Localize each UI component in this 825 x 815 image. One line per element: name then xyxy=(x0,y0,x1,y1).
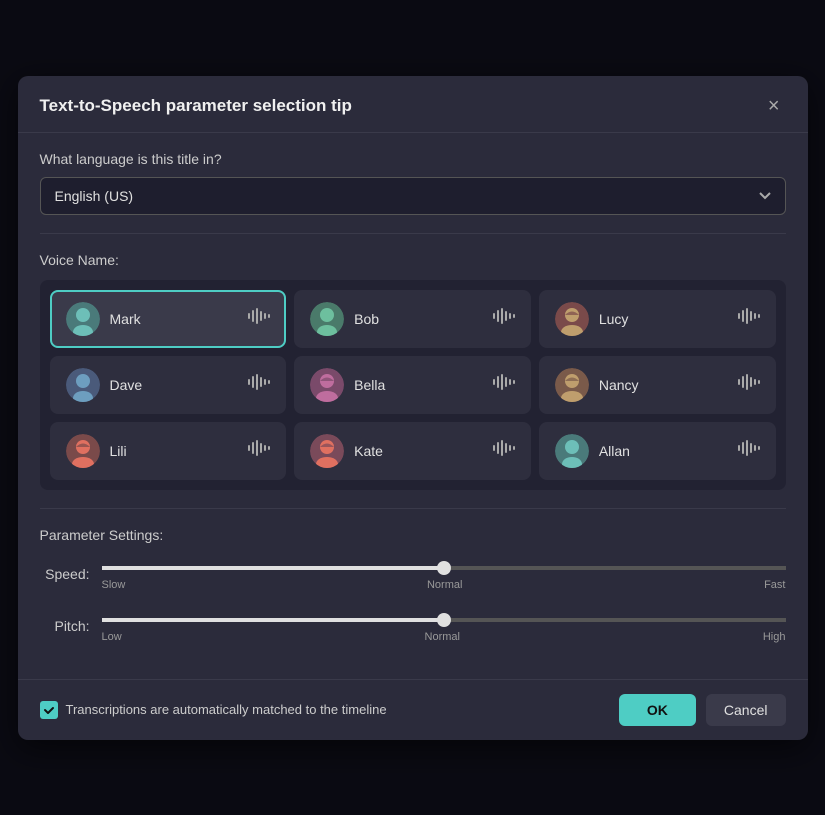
wave-lili xyxy=(248,440,270,461)
voice-name-kate: Kate xyxy=(354,443,483,459)
wave-icon-lucy xyxy=(738,308,760,324)
footer-buttons: OK Cancel xyxy=(619,694,786,726)
wave-bob xyxy=(493,308,515,329)
divider-2 xyxy=(40,508,786,509)
voice-card-dave[interactable]: Dave xyxy=(50,356,287,414)
wave-bella xyxy=(493,374,515,395)
speed-label: Speed: xyxy=(40,566,90,582)
speed-row: Speed: Slow Normal Fast xyxy=(40,557,786,591)
pitch-slider[interactable] xyxy=(102,618,786,622)
avatar-mark xyxy=(66,302,100,336)
dialog-body: What language is this title in? English … xyxy=(18,133,808,679)
wave-icon-kate xyxy=(493,440,515,456)
pitch-normal: Normal xyxy=(425,631,460,643)
wave-mark xyxy=(248,308,270,329)
cancel-button[interactable]: Cancel xyxy=(706,694,786,726)
avatar-bob xyxy=(310,302,344,336)
dialog: Text-to-Speech parameter selection tip ×… xyxy=(18,76,808,740)
voice-card-lili[interactable]: Lili xyxy=(50,422,287,480)
voice-grid-container: Mark Bob Lucy Dave xyxy=(40,280,786,490)
voice-name-bob: Bob xyxy=(354,311,483,327)
avatar-kate xyxy=(310,434,344,468)
checkbox-row: Transcriptions are automatically matched… xyxy=(40,701,605,719)
voice-name-nancy: Nancy xyxy=(599,377,728,393)
voice-name-dave: Dave xyxy=(110,377,239,393)
speed-slider-container: Slow Normal Fast xyxy=(102,557,786,591)
wave-lucy xyxy=(738,308,760,329)
speed-labels: Slow Normal Fast xyxy=(102,579,786,591)
wave-nancy xyxy=(738,374,760,395)
language-select[interactable]: English (US)English (UK)SpanishFrenchGer… xyxy=(40,177,786,215)
voice-grid: Mark Bob Lucy Dave xyxy=(40,280,786,490)
pitch-high: High xyxy=(763,631,786,643)
transcription-checkbox[interactable] xyxy=(40,701,58,719)
close-button[interactable]: × xyxy=(762,94,786,118)
avatar-bella xyxy=(310,368,344,402)
wave-icon-dave xyxy=(248,374,270,390)
voice-card-bella[interactable]: Bella xyxy=(294,356,531,414)
wave-dave xyxy=(248,374,270,395)
wave-icon-allan xyxy=(738,440,760,456)
avatar-nancy xyxy=(555,368,589,402)
pitch-labels: Low Normal High xyxy=(102,631,786,643)
divider-1 xyxy=(40,233,786,234)
wave-icon-mark xyxy=(248,308,270,324)
voice-card-nancy[interactable]: Nancy xyxy=(539,356,776,414)
voice-card-mark[interactable]: Mark xyxy=(50,290,287,348)
wave-allan xyxy=(738,440,760,461)
avatar-dave xyxy=(66,368,100,402)
voice-name-allan: Allan xyxy=(599,443,728,459)
voice-name-lucy: Lucy xyxy=(599,311,728,327)
speed-normal: Normal xyxy=(427,579,462,591)
avatar-lucy xyxy=(555,302,589,336)
pitch-low: Low xyxy=(102,631,122,643)
checkbox-label: Transcriptions are automatically matched… xyxy=(66,702,387,717)
dialog-footer: Transcriptions are automatically matched… xyxy=(18,679,808,740)
wave-icon-lili xyxy=(248,440,270,456)
ok-button[interactable]: OK xyxy=(619,694,696,726)
dialog-title: Text-to-Speech parameter selection tip xyxy=(40,96,352,116)
avatar-allan xyxy=(555,434,589,468)
dialog-header: Text-to-Speech parameter selection tip × xyxy=(18,76,808,133)
voice-name-lili: Lili xyxy=(110,443,239,459)
wave-icon-bob xyxy=(493,308,515,324)
speed-slow: Slow xyxy=(102,579,126,591)
voice-card-kate[interactable]: Kate xyxy=(294,422,531,480)
speed-fast: Fast xyxy=(764,579,785,591)
voice-card-allan[interactable]: Allan xyxy=(539,422,776,480)
voice-card-lucy[interactable]: Lucy xyxy=(539,290,776,348)
wave-kate xyxy=(493,440,515,461)
pitch-slider-container: Low Normal High xyxy=(102,609,786,643)
param-section-label: Parameter Settings: xyxy=(40,527,786,543)
modal-overlay: Text-to-Speech parameter selection tip ×… xyxy=(0,0,825,815)
voice-name-bella: Bella xyxy=(354,377,483,393)
wave-icon-nancy xyxy=(738,374,760,390)
speed-slider[interactable] xyxy=(102,566,786,570)
check-icon xyxy=(43,704,55,716)
voice-name-mark: Mark xyxy=(110,311,239,327)
avatar-lili xyxy=(66,434,100,468)
pitch-row: Pitch: Low Normal High xyxy=(40,609,786,643)
language-question: What language is this title in? xyxy=(40,151,786,167)
voice-card-bob[interactable]: Bob xyxy=(294,290,531,348)
pitch-label: Pitch: xyxy=(40,618,90,634)
wave-icon-bella xyxy=(493,374,515,390)
voice-section-label: Voice Name: xyxy=(40,252,786,268)
